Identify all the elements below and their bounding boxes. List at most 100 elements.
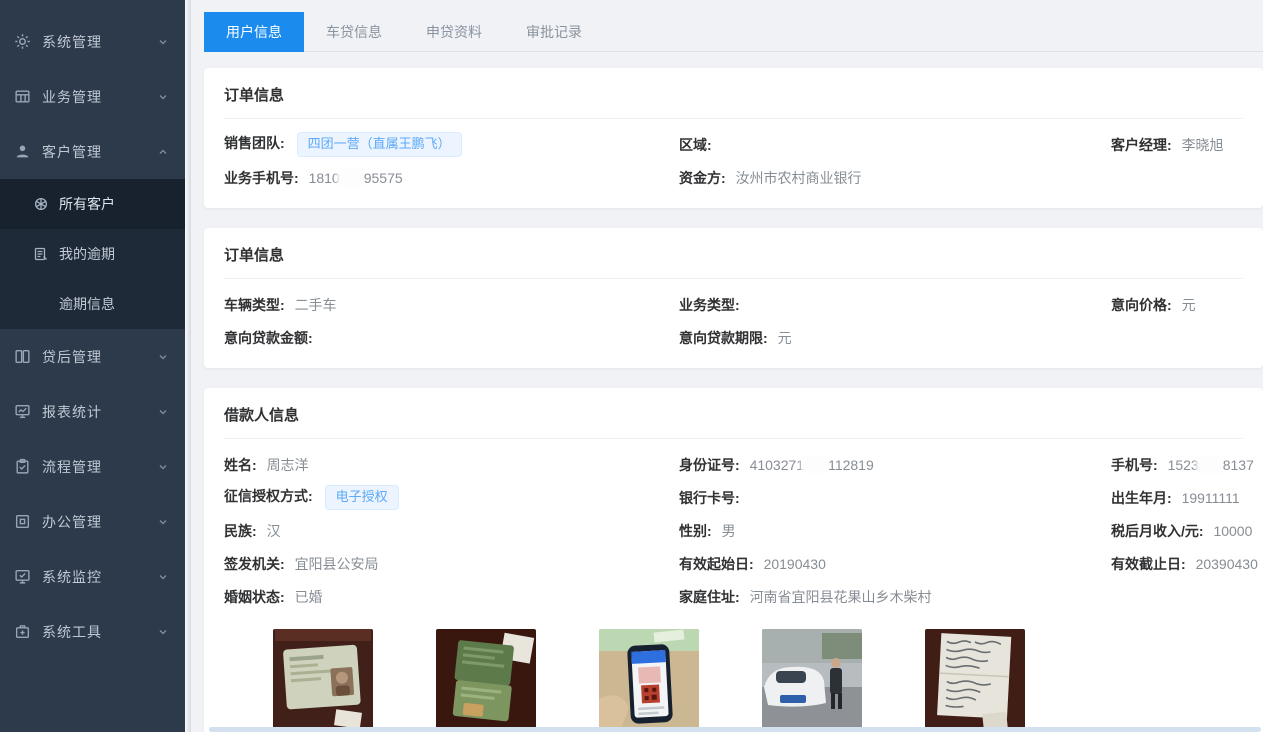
detail-tabbar: 用户信息 车贷信息 申贷资料 审批记录 (204, 12, 1263, 52)
field-label: 家庭住址: (679, 589, 740, 605)
field-home-address: 家庭住址: 河南省宜阳县花果山乡木柴村 (679, 587, 1111, 607)
photo-person-with-car[interactable]: 人车合影 (762, 629, 862, 732)
field-label: 有效起始日: (679, 556, 754, 572)
field-label: 客户经理: (1111, 137, 1172, 153)
sidebar-item-label: 报表统计 (42, 402, 157, 422)
sidebar-item-overdue-info[interactable]: 逾期信息 (0, 279, 185, 329)
redaction-mask (804, 458, 828, 471)
office-icon (14, 513, 31, 530)
app-window: 系统管理 业务管理 客户管理 所有客户 我的逾期 逾期信息 (0, 0, 1263, 732)
tab-label: 用户信息 (226, 24, 282, 40)
field-label: 销售团队: (224, 135, 285, 151)
chevron-down-icon (157, 516, 169, 528)
field-value: 汉 (267, 523, 281, 539)
field-value: 元 (778, 330, 792, 346)
field-label: 业务类型: (679, 297, 740, 313)
field-label: 民族: (224, 523, 257, 539)
process-icon (14, 458, 31, 475)
chevron-up-icon (157, 146, 169, 158)
sidebar-item-report-statistics[interactable]: 报表统计 (0, 384, 185, 439)
chevron-down-icon (157, 461, 169, 473)
card-title: 借款人信息 (224, 404, 1243, 439)
field-value: 15238137 (1168, 457, 1254, 473)
photo-license-booklet[interactable]: 驾驶证原件 (436, 629, 536, 732)
sidebar-item-all-customers[interactable]: 所有客户 (0, 179, 185, 229)
person-car-photo-thumbnail (762, 629, 862, 729)
photo-handwritten-document[interactable]: 其他材料 (925, 629, 1025, 732)
field-value: 李晓旭 (1182, 137, 1224, 153)
field-label: 银行卡号: (679, 490, 740, 506)
field-business-type: 业务类型: (679, 295, 1111, 315)
field-intent-loan-term: 意向贷款期限: 元 (679, 328, 1111, 348)
field-label: 手机号: (1111, 457, 1158, 473)
field-label: 车辆类型: (224, 297, 285, 313)
field-value: 男 (722, 523, 736, 539)
sidebar-item-system-tools[interactable]: 系统工具 (0, 604, 185, 659)
sidebar-item-label: 客户管理 (42, 142, 157, 162)
sidebar-item-label: 我的逾期 (59, 244, 115, 264)
phone-qr-photo-thumbnail (599, 629, 699, 729)
field-monthly-income: 税后月收入/元: 10000 (1111, 521, 1252, 541)
card-title: 订单信息 (224, 84, 1243, 119)
field-label: 税后月收入/元: (1111, 523, 1204, 539)
tab-approval-records[interactable]: 审批记录 (504, 12, 604, 52)
sidebar-item-my-overdue[interactable]: 我的逾期 (0, 229, 185, 279)
sidebar-item-label: 所有客户 (59, 194, 115, 214)
sidebar-item-office-management[interactable]: 办公管理 (0, 494, 185, 549)
sidebar-item-system-monitor[interactable]: 系统监控 (0, 549, 185, 604)
field-value: 河南省宜阳县花果山乡木柴村 (750, 589, 932, 605)
sidebar-item-customer-management[interactable]: 客户管理 (0, 124, 185, 179)
field-value: 20390430 (1196, 556, 1258, 572)
license-photo-thumbnail (436, 629, 536, 729)
field-label: 征信授权方式: (224, 488, 313, 504)
field-value: 10000 (1213, 523, 1252, 539)
main-content: 用户信息 车贷信息 申贷资料 审批记录 订单信息 销售团队: 四团一营（直属王鹏… (191, 0, 1263, 732)
field-marital-status: 婚姻状态: 已婚 (224, 587, 679, 607)
sales-team-tag[interactable]: 四团一营（直属王鹏飞） (297, 132, 462, 157)
photo-auth-screenshot[interactable]: 授权证明 (599, 629, 699, 732)
field-value: 181095575 (309, 170, 403, 186)
report-icon (14, 403, 31, 420)
tools-icon (14, 623, 31, 640)
chevron-down-icon (157, 626, 169, 638)
sidebar-item-process-management[interactable]: 流程管理 (0, 439, 185, 494)
field-label: 性别: (679, 523, 712, 539)
sidebar-item-label: 流程管理 (42, 457, 157, 477)
field-valid-to: 有效截止日: 20390430 (1111, 554, 1258, 574)
field-value: 二手车 (295, 297, 337, 313)
chevron-down-icon (157, 571, 169, 583)
sidebar-item-label: 贷后管理 (42, 347, 157, 367)
tab-user-info[interactable]: 用户信息 (204, 12, 304, 52)
id-card-photo-thumbnail (273, 629, 373, 729)
field-label: 身份证号: (679, 457, 740, 473)
sidebar-item-label: 逾期信息 (59, 294, 115, 314)
grid-icon (14, 88, 31, 105)
field-value: 19911111 (1182, 490, 1240, 506)
field-intent-price: 意向价格: 元 (1111, 295, 1243, 315)
field-label: 有效截止日: (1111, 556, 1186, 572)
sidebar-item-label: 业务管理 (42, 87, 157, 107)
field-value: 周志洋 (267, 457, 309, 473)
field-label: 意向贷款期限: (679, 330, 768, 346)
tab-loan-application-docs[interactable]: 申贷资料 (404, 12, 504, 52)
document-photo-thumbnail (925, 629, 1025, 729)
vehicle-order-card: 订单信息 车辆类型: 二手车 业务类型: 意向价格: 元 (204, 228, 1263, 368)
tab-car-loan-info[interactable]: 车贷信息 (304, 12, 404, 52)
field-label: 意向价格: (1111, 297, 1172, 313)
user-icon (14, 143, 31, 160)
field-credit-auth-method: 征信授权方式: 电子授权 (224, 485, 679, 510)
sidebar-item-system-management[interactable]: 系统管理 (0, 14, 185, 69)
field-label: 签发机关: (224, 556, 285, 572)
field-intent-loan-amount: 意向贷款金额: (224, 328, 679, 348)
tab-label: 申贷资料 (426, 24, 482, 40)
horizontal-scrollbar[interactable] (209, 727, 1261, 732)
sidebar-item-postloan-management[interactable]: 贷后管理 (0, 329, 185, 384)
borrower-info-card: 借款人信息 姓名: 周志洋 身份证号: 4103271112819 手机号: 1… (204, 388, 1263, 732)
field-business-phone: 业务手机号: 181095575 (224, 168, 679, 188)
field-gender: 性别: 男 (679, 521, 1111, 541)
sidebar-item-label: 系统工具 (42, 622, 157, 642)
tab-label: 车贷信息 (326, 24, 382, 40)
photo-id-card-portrait[interactable]: 人像面 (273, 629, 373, 732)
customer-management-submenu: 所有客户 我的逾期 逾期信息 (0, 179, 185, 329)
sidebar-item-business-management[interactable]: 业务管理 (0, 69, 185, 124)
